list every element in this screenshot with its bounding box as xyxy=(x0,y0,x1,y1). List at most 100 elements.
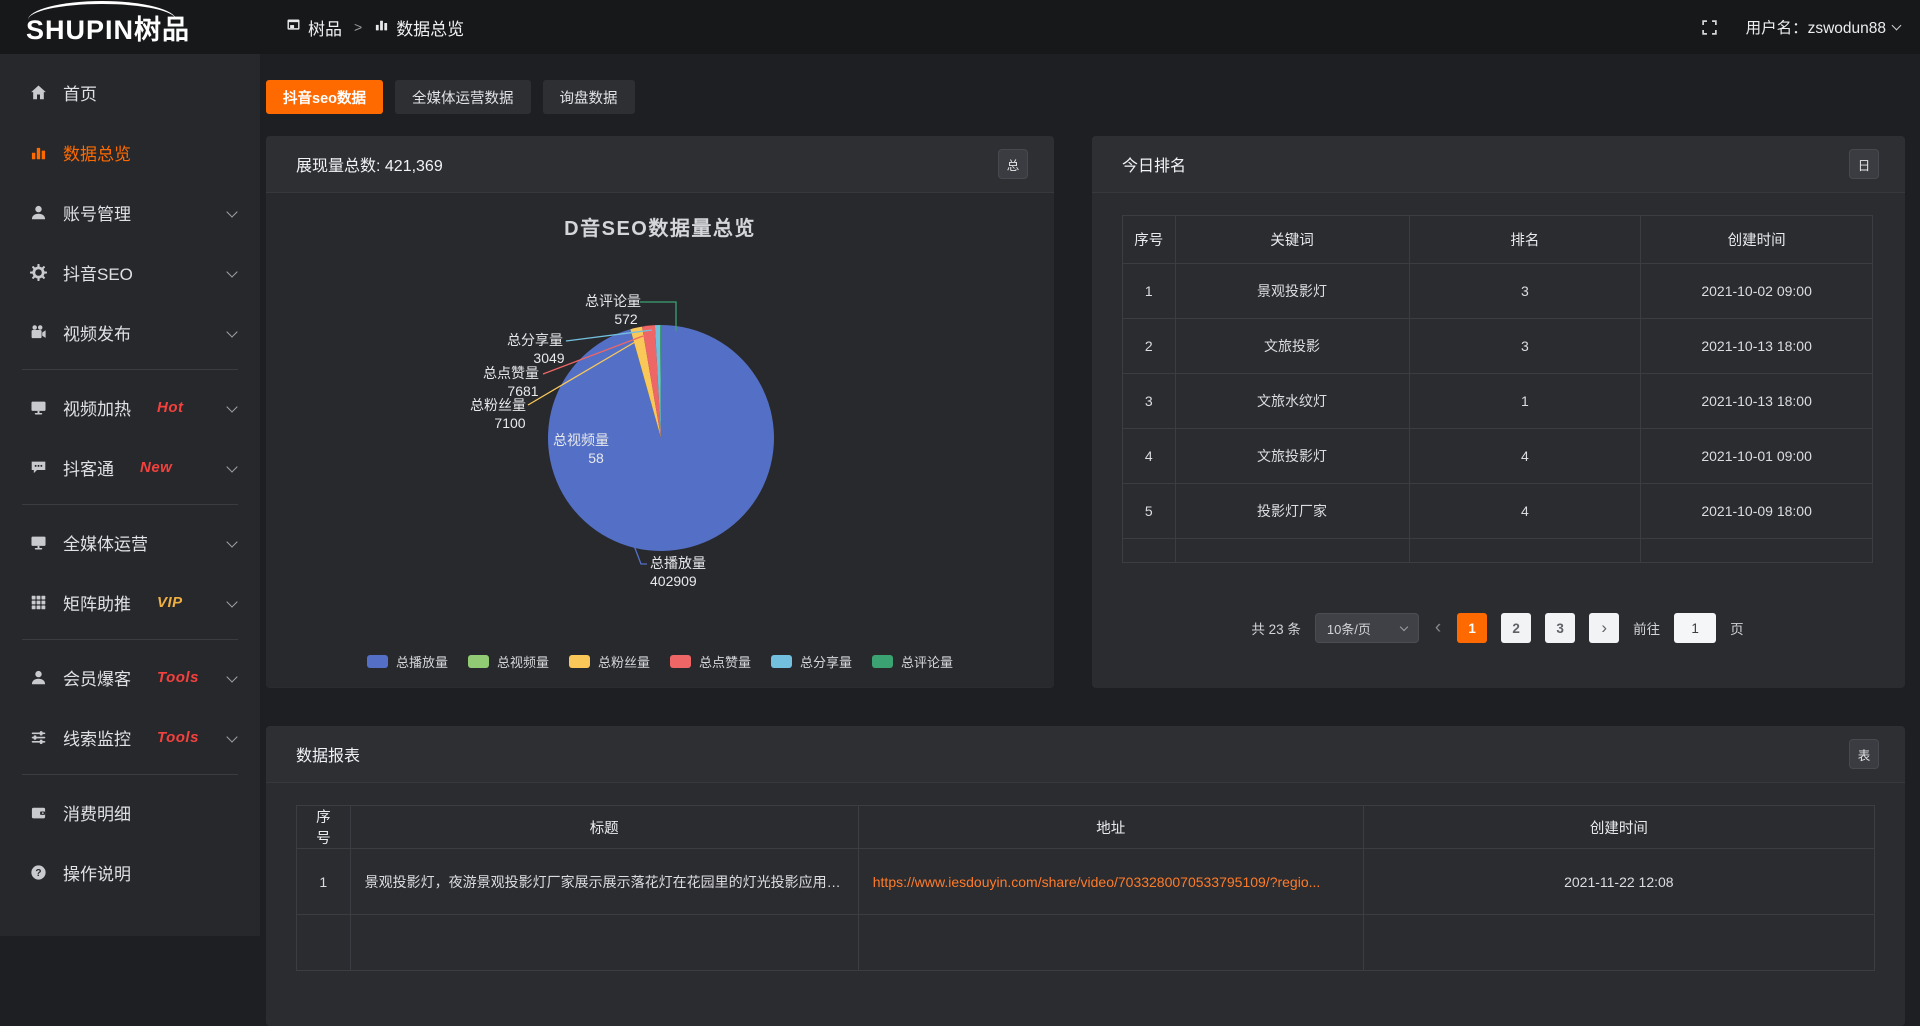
legend-label: 总评论量 xyxy=(901,652,953,671)
sidebar-item-账号管理[interactable]: 账号管理 xyxy=(0,182,260,242)
tab-抖音seo数据[interactable]: 抖音seo数据 xyxy=(266,80,383,114)
table-cell: 1 xyxy=(1409,374,1641,429)
table-row[interactable]: 1景观投影灯，夜游景观投影灯厂家展示展示落花灯在花园里的灯光投影应用效果 #ht… xyxy=(297,849,1875,915)
table-view-button[interactable]: 表 xyxy=(1849,739,1879,769)
sidebar-item-操作说明[interactable]: ?操作说明 xyxy=(0,842,260,902)
tab-询盘数据[interactable]: 询盘数据 xyxy=(543,80,635,114)
breadcrumb-item-data-overview[interactable]: 数据总览 xyxy=(374,15,464,40)
legend-item-总点赞量[interactable]: 总点赞量 xyxy=(670,652,751,671)
legend-item-总分享量[interactable]: 总分享量 xyxy=(771,652,852,671)
sidebar-item-label: 消费明细 xyxy=(63,800,131,825)
table-row[interactable]: 5投影灯厂家42021-10-09 18:00 xyxy=(1123,484,1873,539)
goto-unit: 页 xyxy=(1730,618,1744,638)
sidebar-item-数据总览[interactable]: 数据总览 xyxy=(0,122,260,182)
column-header: 标题 xyxy=(350,806,858,849)
column-header: 创建时间 xyxy=(1363,806,1874,849)
sidebar-divider xyxy=(22,774,238,775)
breadcrumb-separator: > xyxy=(354,19,362,35)
chevron-down-icon xyxy=(226,731,237,742)
legend-swatch xyxy=(670,655,691,668)
ranking-panel-title: 今日排名 xyxy=(1122,152,1186,176)
sidebar-item-label: 账号管理 xyxy=(63,200,131,225)
report-panel-header: 数据报表 表 xyxy=(266,726,1905,783)
chart-legend: 总播放量 总视频量 总粉丝量 总点赞量 总分享量 总评论量 xyxy=(266,652,1054,671)
sidebar-item-抖音SEO[interactable]: 抖音SEO xyxy=(0,242,260,302)
table-row-empty xyxy=(1123,539,1873,563)
page-button-1[interactable]: 1 xyxy=(1457,613,1487,643)
legend-item-总评论量[interactable]: 总评论量 xyxy=(872,652,953,671)
legend-item-总视频量[interactable]: 总视频量 xyxy=(468,652,549,671)
column-header: 序号 xyxy=(1123,216,1176,264)
video-url-cell: https://www.iesdouyin.com/share/video/70… xyxy=(858,849,1363,915)
legend-item-总粉丝量[interactable]: 总粉丝量 xyxy=(569,652,650,671)
next-page-button[interactable]: › xyxy=(1589,613,1619,643)
goto-label: 前往 xyxy=(1633,618,1660,638)
sidebar-item-label: 首页 xyxy=(63,80,97,105)
legend-swatch xyxy=(367,655,388,668)
created-time: 2021-11-22 12:08 xyxy=(1363,849,1874,915)
chart-title: D音SEO数据量总览 xyxy=(564,216,756,240)
data-tabs: 抖音seo数据全媒体运营数据询盘数据 xyxy=(266,80,1905,114)
chevron-down-icon xyxy=(226,596,237,607)
sidebar-item-视频加热[interactable]: 视频加热Hot xyxy=(0,377,260,437)
breadcrumb-label: 树品 xyxy=(308,15,342,40)
legend-label: 总视频量 xyxy=(497,652,549,671)
daily-view-button[interactable]: 日 xyxy=(1849,149,1879,179)
prev-page-button[interactable]: ‹ xyxy=(1433,617,1443,639)
pagination-total: 共 23 条 xyxy=(1251,618,1301,638)
user-icon xyxy=(30,204,47,221)
video-link[interactable]: https://www.iesdouyin.com/share/video/70… xyxy=(873,874,1321,890)
pie-label-name: 总点赞量 xyxy=(483,365,539,381)
sidebar-item-矩阵助推[interactable]: 矩阵助推VIP xyxy=(0,572,260,632)
pie-label-name: 总分享量 xyxy=(507,332,563,348)
sidebar-item-视频发布[interactable]: 视频发布 xyxy=(0,302,260,362)
breadcrumb: 树品 > 数据总览 xyxy=(286,15,464,40)
sidebar-item-label: 视频加热 xyxy=(63,395,131,420)
table-row[interactable]: 3文旅水纹灯12021-10-13 18:00 xyxy=(1123,374,1873,429)
sidebar-item-线索监控[interactable]: 线索监控 Tools xyxy=(0,707,260,767)
sidebar-item-badge: Tools xyxy=(157,729,199,746)
chart-panel: 展现量总数: 421,369 总 D音SEO数据量总览总播放量402909总视频… xyxy=(266,136,1054,688)
pie-label-name: 总粉丝量 xyxy=(470,397,526,413)
sidebar-item-消费明细[interactable]: 消费明细 xyxy=(0,782,260,842)
ranking-panel: 今日排名 日 序号关键词排名创建时间1景观投影灯32021-10-02 09:0… xyxy=(1092,136,1905,688)
question-circle-icon: ? xyxy=(30,864,47,881)
sidebar-item-badge: Tools xyxy=(157,669,199,686)
table-row[interactable]: 2文旅投影32021-10-13 18:00 xyxy=(1123,319,1873,374)
sidebar-item-label: 视频发布 xyxy=(63,320,131,345)
user-menu[interactable]: 用户名：zswodun88 xyxy=(1746,16,1900,38)
window-icon xyxy=(286,17,301,37)
page-jump-input[interactable]: 1 xyxy=(1674,613,1716,643)
sidebar-item-会员爆客[interactable]: 会员爆客Tools xyxy=(0,647,260,707)
pie-label-name: 总播放量 xyxy=(650,555,706,571)
topbar: SHUPIN树品 树品 > 数据总览 用户名：zswodun88 xyxy=(0,0,1920,54)
table-row[interactable]: 4文旅投影灯42021-10-01 09:00 xyxy=(1123,429,1873,484)
video-camera-icon xyxy=(30,324,47,341)
pie-label-value: 7100 xyxy=(494,415,525,431)
chevron-down-icon xyxy=(226,536,237,547)
chevron-down-icon xyxy=(226,206,237,217)
pie-label-name: 总视频量 xyxy=(553,432,609,448)
breadcrumb-item-shupin[interactable]: 树品 xyxy=(286,15,342,40)
sidebar-item-label: 线索监控 xyxy=(63,725,131,750)
page-button-3[interactable]: 3 xyxy=(1545,613,1575,643)
legend-item-总播放量[interactable]: 总播放量 xyxy=(367,652,448,671)
monitor-icon xyxy=(30,399,47,416)
page-button-2[interactable]: 2 xyxy=(1501,613,1531,643)
total-view-button[interactable]: 总 xyxy=(998,149,1028,179)
tab-全媒体运营数据[interactable]: 全媒体运营数据 xyxy=(395,80,531,114)
fullscreen-icon[interactable] xyxy=(1701,19,1718,36)
report-panel-title: 数据报表 xyxy=(296,742,360,766)
ranking-table: 序号关键词排名创建时间1景观投影灯32021-10-02 09:002文旅投影3… xyxy=(1122,215,1873,563)
sidebar-item-label: 全媒体运营 xyxy=(63,530,148,555)
chart-panel-title: 展现量总数: 421,369 xyxy=(296,152,443,176)
sidebar-item-首页[interactable]: 首页 xyxy=(0,62,260,122)
sidebar-item-label: 抖客通 xyxy=(63,455,114,480)
sidebar-item-全媒体运营[interactable]: 全媒体运营 xyxy=(0,512,260,572)
sidebar-item-抖客通[interactable]: 抖客通New xyxy=(0,437,260,497)
table-cell: 4 xyxy=(1409,429,1641,484)
table-row[interactable]: 1景观投影灯32021-10-02 09:00 xyxy=(1123,264,1873,319)
page-size-select[interactable]: 10条/页 xyxy=(1315,613,1419,643)
svg-text:?: ? xyxy=(35,868,41,879)
chevron-down-icon xyxy=(226,266,237,277)
